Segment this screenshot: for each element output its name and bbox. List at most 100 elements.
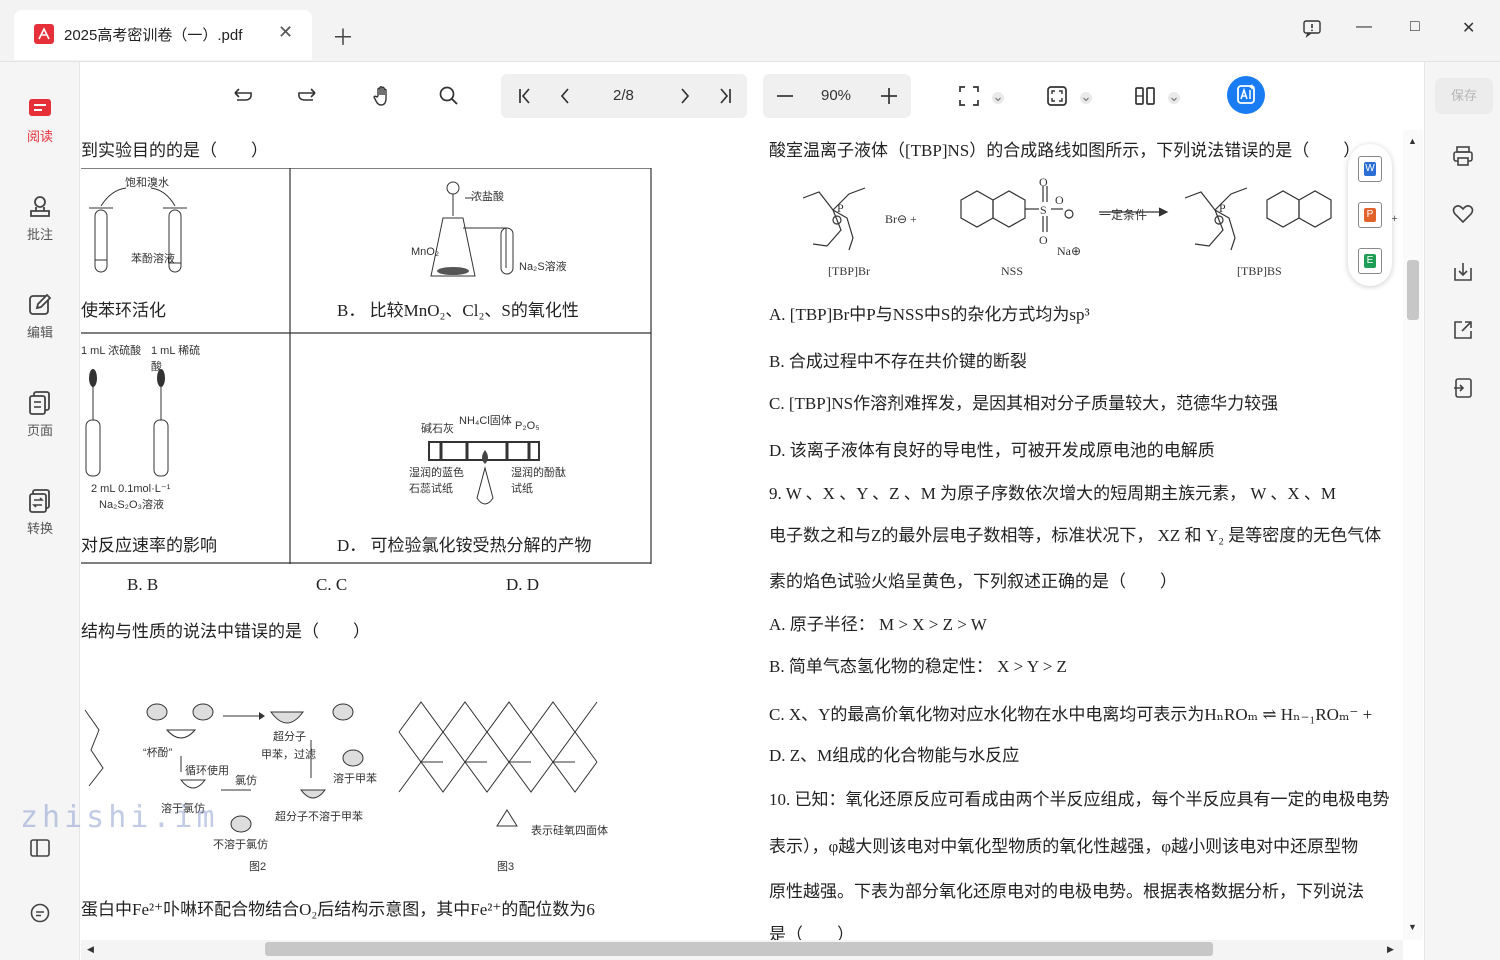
- compound-label: NSS: [1001, 264, 1024, 278]
- question-stem: 9. W 、X 、Y 、Z 、M 为原子序数依次增大的短周期主族元素， W 、X…: [769, 484, 1336, 503]
- title-bar: 2025高考密训卷（一）.pdf ✕ ＋ — □ ✕: [0, 0, 1500, 62]
- figure-label: Na₂S₂O₃溶液: [99, 499, 164, 511]
- figure-label: 氯仿: [235, 775, 257, 787]
- thumbnail-panel-icon[interactable]: [29, 838, 51, 863]
- option-c: C. X、Y的最高价氧化物对应水化物在水中电离均可表示为HₙROₘ ⇌ Hₙ₋₁…: [769, 705, 1373, 724]
- convert-to-ppt-icon[interactable]: P: [1358, 202, 1382, 228]
- ai-icon: [1237, 84, 1255, 104]
- chevron-down-icon[interactable]: [992, 92, 1004, 104]
- share-icon[interactable]: [1451, 318, 1475, 342]
- figure-label: 循环使用: [185, 765, 229, 777]
- figure-label: 不溶于氯仿: [213, 839, 268, 851]
- fit-width-icon[interactable]: [957, 84, 981, 108]
- figure-label: P₂O₅: [515, 420, 540, 432]
- convert-icon: [29, 489, 50, 513]
- question-stem: 素的焰色试验火焰呈黄色，下列叙述正确的是（ ）: [769, 572, 1177, 591]
- page-navigation-group: 2/8: [501, 74, 747, 118]
- svg-text:+: +: [1391, 211, 1398, 225]
- scroll-down-icon[interactable]: ▼: [1408, 922, 1417, 932]
- svg-text:O: O: [1039, 233, 1048, 247]
- question-stem: 结构与性质的说法中错误的是（ ）: [81, 622, 370, 641]
- sidebar-item-read[interactable]: 阅读: [0, 92, 80, 162]
- close-window-button[interactable]: ✕: [1462, 18, 1475, 38]
- svg-text:S: S: [1040, 203, 1047, 217]
- sidebar-item-label: 批注: [26, 227, 53, 242]
- hand-tool-icon[interactable]: [371, 84, 395, 108]
- redo-icon[interactable]: [295, 84, 319, 108]
- horizontal-scroll-thumb[interactable]: [265, 942, 1213, 956]
- figure-label: Na₂S溶液: [519, 261, 567, 273]
- convert-toolbar: W P E: [1348, 144, 1392, 286]
- zoom-group: 90%: [763, 74, 911, 118]
- pages-icon: [29, 391, 50, 415]
- last-page-icon[interactable]: [713, 84, 737, 108]
- new-tab-button[interactable]: ＋: [332, 20, 354, 52]
- cell-caption: 使苯环活化: [81, 301, 166, 320]
- sidebar-item-pages[interactable]: 页面: [0, 386, 80, 456]
- favorite-icon[interactable]: [1451, 202, 1475, 226]
- counter-ion-label: Br⊖ +: [885, 212, 917, 226]
- export-icon[interactable]: [1451, 376, 1475, 400]
- horizontal-scrollbar[interactable]: ◀ ▶: [81, 940, 1403, 960]
- edit-icon: [29, 293, 52, 315]
- question-stem: 原性越强。下表为部分氧化还原电对的电极电势。根据表格数据分析，下列说法: [769, 882, 1364, 901]
- figure-label: 溶于甲苯: [333, 773, 377, 785]
- zoom-level[interactable]: 90%: [821, 87, 851, 104]
- vertical-scrollbar[interactable]: ▲ ▼: [1403, 130, 1423, 940]
- download-icon[interactable]: [1451, 260, 1475, 284]
- sidebar-item-annotate[interactable]: 批注: [0, 190, 80, 260]
- maximize-button[interactable]: □: [1410, 18, 1420, 36]
- page-layout-icon[interactable]: [1133, 84, 1157, 108]
- reaction-condition: 一定条件: [1099, 208, 1148, 222]
- ai-assistant-button[interactable]: [1227, 76, 1265, 114]
- zoom-out-icon[interactable]: [773, 84, 797, 108]
- sidebar-item-convert[interactable]: 转换: [0, 484, 80, 554]
- document-tab[interactable]: 2025高考密训卷（一）.pdf ✕: [14, 10, 312, 60]
- scroll-left-icon[interactable]: ◀: [87, 944, 94, 955]
- figure-label: 碱石灰: [421, 423, 454, 435]
- save-button[interactable]: 保存: [1435, 78, 1493, 114]
- figure-label: 苯酚溶液: [131, 253, 175, 265]
- previous-page-icon[interactable]: [553, 84, 577, 108]
- next-page-icon[interactable]: [673, 84, 697, 108]
- vertical-scroll-thumb[interactable]: [1407, 260, 1419, 320]
- question-stem: 到实验目的的是（ ）: [81, 141, 268, 160]
- minimize-button[interactable]: —: [1356, 18, 1372, 36]
- figure-label: 湿润的蓝色石蕊试纸: [409, 467, 464, 495]
- undo-icon[interactable]: [231, 84, 255, 108]
- document-viewport[interactable]: 到实验目的的是（ ） 饱和溴水 苯酚溶液 使苯环活化 浓盐酸 MnO₂ Na₂S…: [81, 130, 1403, 940]
- toolbar: 2/8 90%: [81, 62, 1423, 130]
- scroll-up-icon[interactable]: ▲: [1408, 136, 1417, 146]
- figure-label: 饱和溴水: [125, 177, 169, 189]
- convert-to-excel-icon[interactable]: E: [1358, 248, 1382, 274]
- sidebar-item-label: 页面: [26, 423, 53, 438]
- question-stem: 表示），φ越大则该电对中氧化型物质的氧化性越强，φ越小则该电对中还原型物: [769, 837, 1359, 856]
- watermark: zhishi.im: [20, 800, 219, 835]
- pdf-file-icon: [34, 24, 54, 44]
- question-stem: 电子数之和与Z的最外层电子数相等，标准状况下， XZ 和 Y₂ 是等密度的无色气…: [769, 526, 1382, 545]
- figure-label: NH₄Cl固体: [459, 415, 512, 427]
- figure-label: 1 mL 浓硫酸: [81, 345, 142, 357]
- sidebar-item-edit[interactable]: 编辑: [0, 288, 80, 358]
- first-page-icon[interactable]: [513, 84, 537, 108]
- answer-option: B. B: [127, 575, 159, 594]
- feedback-icon[interactable]: [1302, 18, 1322, 43]
- read-icon: [29, 99, 51, 116]
- comment-icon[interactable]: [29, 902, 51, 929]
- chevron-down-icon[interactable]: [1080, 92, 1092, 104]
- figure-label: 超分子: [273, 731, 306, 743]
- scroll-right-icon[interactable]: ▶: [1387, 944, 1394, 955]
- page-indicator[interactable]: 2/8: [613, 87, 634, 104]
- chevron-down-icon[interactable]: [1168, 92, 1180, 104]
- close-tab-icon[interactable]: ✕: [278, 22, 293, 43]
- option-b: B. 简单气态氢化物的稳定性： X > Y > Z: [769, 657, 1067, 676]
- figure-label: MnO₂: [411, 246, 440, 258]
- print-icon[interactable]: [1451, 144, 1475, 168]
- convert-to-word-icon[interactable]: W: [1358, 156, 1382, 182]
- search-icon[interactable]: [437, 84, 461, 108]
- figure-caption: 图2: [249, 861, 267, 873]
- zoom-in-icon[interactable]: [877, 84, 901, 108]
- option-c: C. [TBP]NS作溶剂难挥发，是因其相对分子质量较大，范德华力较强: [769, 394, 1279, 413]
- figure-label: 超分子不溶于甲苯: [275, 811, 363, 823]
- fit-page-icon[interactable]: [1045, 84, 1069, 108]
